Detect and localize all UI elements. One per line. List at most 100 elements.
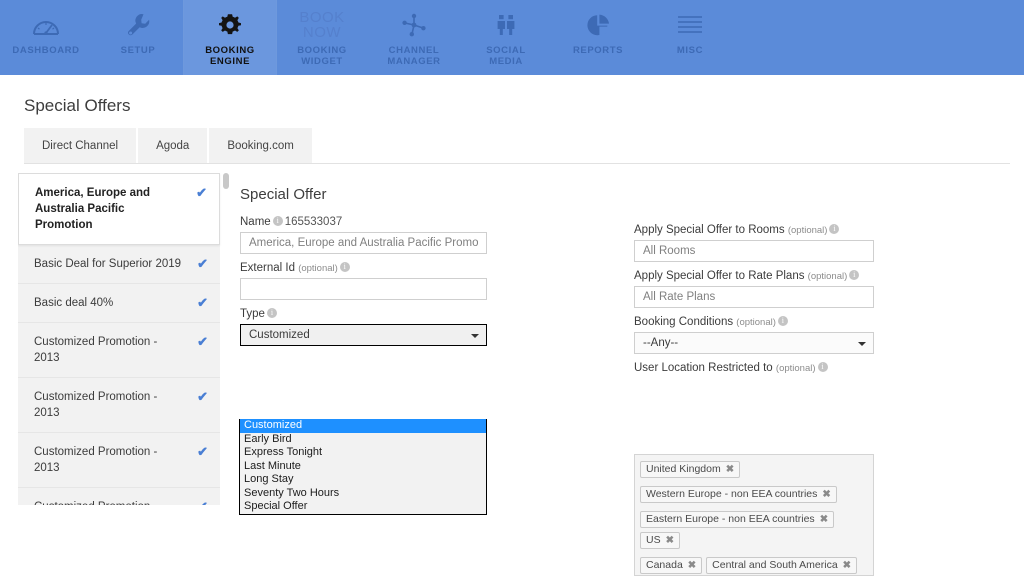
nav-item-dashboard[interactable]: DASHBOARD (0, 0, 92, 75)
info-icon[interactable] (340, 262, 350, 272)
book-now-icon-line2: NOW (303, 25, 341, 40)
nav-item-booking-engine[interactable]: BOOKING ENGINE (184, 0, 276, 75)
book-now-icon: BOOK NOW (299, 8, 344, 42)
check-icon: ✔ (197, 295, 208, 311)
location-tag: United Kingdom ✖ (640, 461, 740, 478)
info-icon[interactable] (849, 270, 859, 280)
nav-label-channel-manager-line2: MANAGER (387, 56, 440, 67)
dropdown-option[interactable]: Express Tonight (240, 446, 486, 460)
remove-tag-icon[interactable]: ✖ (820, 512, 828, 527)
info-icon[interactable] (778, 316, 788, 326)
info-icon[interactable] (267, 308, 277, 318)
nav-item-channel-manager[interactable]: CHANNEL MANAGER (368, 0, 460, 75)
dropdown-option[interactable]: Special Offer (240, 500, 486, 514)
location-tag-label: Eastern Europe - non EEA countries (646, 512, 815, 527)
list-item[interactable]: Basic Deal for Superior 2019 ✔ (18, 245, 220, 284)
location-tag-label: Western Europe - non EEA countries (646, 487, 817, 502)
chevron-down-icon (471, 334, 479, 338)
location-tag-label: Central and South America (712, 558, 838, 573)
nav-label-dashboard: DASHBOARD (12, 45, 79, 56)
booking-conditions-label: Booking Conditions (optional) (634, 316, 790, 328)
info-icon[interactable] (273, 216, 283, 226)
location-tag: US ✖ (640, 532, 680, 549)
check-icon: ✔ (197, 334, 208, 350)
location-tag: Western Europe - non EEA countries ✖ (640, 486, 837, 503)
tab-booking-com[interactable]: Booking.com (209, 128, 313, 163)
external-id-label: External Id (optional) (240, 262, 352, 274)
list-item[interactable]: Basic deal 40% ✔ (18, 284, 220, 323)
list-item-label: Customized Promotion - 2013 (34, 501, 157, 505)
nav-label-setup: SETUP (121, 45, 156, 56)
nav-item-reports[interactable]: REPORTS (552, 0, 644, 75)
list-item[interactable]: Customized Promotion - 2013 ✔ (18, 488, 220, 505)
list-item[interactable]: Customized Promotion - 2013 ✔ (18, 323, 220, 378)
nav-label-booking-engine-line2: ENGINE (210, 56, 250, 67)
gauge-icon (31, 8, 61, 42)
nav-item-booking-widget[interactable]: BOOK NOW BOOKING WIDGET (276, 0, 368, 75)
remove-tag-icon[interactable]: ✖ (666, 533, 674, 548)
nav-spacer (736, 0, 1024, 75)
offer-list-scrollbar-thumb[interactable] (223, 173, 229, 189)
channel-tab-bar: Direct Channel Agoda Booking.com (24, 128, 314, 163)
apply-to-rooms-label: Apply Special Offer to Rooms (optional) (634, 224, 841, 236)
location-tag: Central and South America ✖ (706, 557, 857, 574)
info-icon[interactable] (829, 224, 839, 234)
nav-label-booking-engine-line1: BOOKING (205, 45, 255, 56)
info-icon[interactable] (818, 362, 828, 372)
list-item[interactable]: America, Europe and Australia Pacific Pr… (18, 173, 220, 245)
nav-item-setup[interactable]: SETUP (92, 0, 184, 75)
nav-label-booking-widget-line2: WIDGET (301, 56, 343, 67)
pie-chart-icon (584, 8, 612, 42)
chevron-down-icon (858, 342, 866, 346)
tab-direct-channel[interactable]: Direct Channel (24, 128, 138, 163)
tab-bar-divider (24, 163, 1010, 164)
name-input[interactable] (240, 232, 487, 254)
dropdown-option[interactable]: Long Stay (240, 473, 486, 487)
dropdown-option[interactable]: Last Minute (240, 460, 486, 474)
dropdown-option[interactable]: Seventy Two Hours (240, 487, 486, 501)
check-icon: ✔ (197, 444, 208, 460)
nav-label-social-media-line1: SOCIAL (486, 45, 526, 56)
hamburger-icon (675, 8, 705, 42)
tab-agoda[interactable]: Agoda (138, 128, 209, 163)
remove-tag-icon[interactable]: ✖ (726, 462, 734, 477)
list-item-label: Customized Promotion - 2013 (34, 391, 157, 419)
apply-to-rooms-input[interactable] (634, 240, 874, 262)
dropdown-option[interactable]: Customized (240, 419, 486, 433)
external-id-input[interactable] (240, 278, 487, 300)
nav-item-social-media[interactable]: SOCIAL MEDIA (460, 0, 552, 75)
top-navigation-bar: DASHBOARD SETUP BOOKING ENGINE BOOK NOW … (0, 0, 1024, 75)
location-tag-label: US (646, 533, 661, 548)
page-content: Special Offers Direct Channel Agoda Book… (0, 75, 1024, 505)
location-tag-label: Canada (646, 558, 683, 573)
gear-icon (216, 8, 244, 42)
type-select-value: Customized (249, 329, 310, 341)
remove-tag-icon[interactable]: ✖ (822, 487, 830, 502)
type-select-dropdown: Customized Early Bird Express Tonight La… (239, 419, 487, 515)
list-item-label: Customized Promotion - 2013 (34, 336, 157, 364)
special-offer-list: America, Europe and Australia Pacific Pr… (18, 173, 220, 505)
location-tag: Eastern Europe - non EEA countries ✖ (640, 511, 834, 528)
user-location-tag-box[interactable]: United Kingdom ✖ Western Europe - non EE… (634, 454, 874, 576)
list-item[interactable]: Customized Promotion - 2013 ✔ (18, 378, 220, 433)
type-select[interactable]: Customized (240, 324, 487, 346)
check-icon: ✔ (197, 389, 208, 405)
remove-tag-icon[interactable]: ✖ (843, 558, 851, 573)
type-label: Type (240, 308, 279, 320)
name-label: Name165533037 (240, 216, 342, 228)
dropdown-option[interactable]: Early Bird (240, 433, 486, 447)
nav-label-social-media-line2: MEDIA (489, 56, 523, 67)
nav-item-misc[interactable]: MISC (644, 0, 736, 75)
remove-tag-icon[interactable]: ✖ (688, 558, 696, 573)
list-item-label: Basic Deal for Superior 2019 (34, 258, 181, 270)
user-location-label: User Location Restricted to (optional) (634, 362, 830, 374)
apply-to-rate-plans-input[interactable] (634, 286, 874, 308)
nav-label-channel-manager-line1: CHANNEL (389, 45, 440, 56)
check-icon: ✔ (197, 256, 208, 272)
name-id-number: 165533037 (285, 216, 343, 228)
offer-list-scrollbar[interactable] (220, 173, 230, 505)
list-item[interactable]: Customized Promotion - 2013 ✔ (18, 433, 220, 488)
list-item-label: Customized Promotion - 2013 (34, 446, 157, 474)
booking-conditions-select[interactable]: --Any-- (634, 332, 874, 354)
nav-label-misc: MISC (677, 45, 703, 56)
